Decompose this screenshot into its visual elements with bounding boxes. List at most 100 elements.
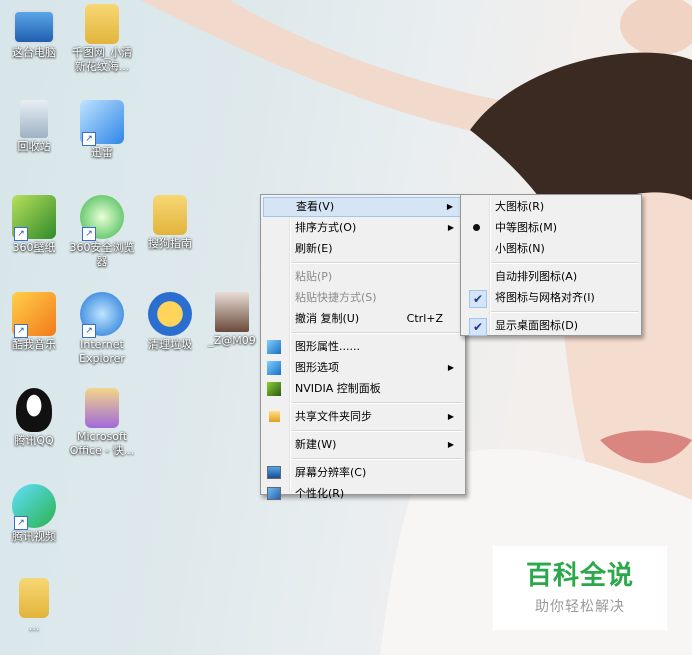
menu-separator (491, 311, 639, 313)
desktop-icon-tencent-video[interactable]: ↗ 腾讯视频 (0, 484, 68, 544)
folder-icon (85, 4, 119, 44)
menu-item-label: 共享文件夹同步 (295, 410, 372, 423)
submenu-arrow-icon: ▶ (446, 202, 453, 211)
menu-item-label: 粘贴快捷方式(S) (295, 291, 377, 304)
menu-item-label: 小图标(N) (495, 242, 545, 255)
menu-item-label: 图形属性...... (295, 340, 360, 353)
submenu-item-medium-icons[interactable]: 中等图标(M) (463, 218, 639, 238)
desktop-icon-label: _Z@M09 (208, 334, 256, 347)
menu-item-label: 将图标与网格对齐(I) (495, 291, 595, 304)
desktop-icon-xunlei[interactable]: ↗ 迅雷 (68, 100, 136, 160)
menu-item-label: 屏幕分辨率(C) (295, 466, 367, 479)
broom-icon (148, 292, 192, 336)
menu-item-new[interactable]: 新建(W) ▶ (263, 435, 463, 455)
office-folder-icon (85, 388, 119, 428)
menu-separator (491, 262, 639, 264)
menu-separator (291, 332, 463, 334)
submenu-item-large-icons[interactable]: 大图标(R) (463, 197, 639, 217)
menu-item-nvidia-control-panel[interactable]: NVIDIA 控制面板 (263, 379, 463, 399)
submenu-item-auto-arrange[interactable]: 自动排列图标(A) (463, 267, 639, 287)
menu-item-graphics-options[interactable]: 图形选项 ▶ (263, 358, 463, 378)
menu-item-label: 显示桌面图标(D) (495, 319, 579, 332)
desktop-icon-360-wallpaper[interactable]: ↗ 360壁纸 (0, 195, 68, 255)
shortcut-arrow-icon: ↗ (82, 132, 96, 146)
menu-separator (291, 402, 463, 404)
menu-item-screen-resolution[interactable]: 屏幕分辨率(C) (263, 463, 463, 483)
desktop-icon-ie[interactable]: ↗ Internet Explorer (68, 292, 136, 366)
watermark-title: 百科全说 (525, 561, 634, 591)
folder-icon (153, 195, 187, 235)
menu-item-undo-copy[interactable]: 撤消 复制(U) Ctrl+Z (263, 309, 463, 329)
tencent-video-icon: ↗ (12, 484, 56, 530)
desktop-icon-clean-junk[interactable]: 清理垃圾 (136, 292, 204, 352)
watermark-badge: 百科全说 助你轻松解决 (493, 546, 667, 630)
qq-penguin-icon (16, 388, 52, 432)
menu-item-shared-folder-sync[interactable]: 共享文件夹同步 ▶ (263, 407, 463, 427)
ie-icon: ↗ (80, 292, 124, 338)
xunlei-bird-icon: ↗ (80, 100, 124, 146)
desktop-icon-label: 酷我音乐 (12, 338, 56, 351)
desktop-icon-qq[interactable]: 腾讯QQ (0, 388, 68, 448)
submenu-arrow-icon: ▶ (447, 363, 454, 372)
radio-dot-icon (473, 224, 480, 231)
submenu-item-align-to-grid[interactable]: ✔ 将图标与网格对齐(I) (463, 288, 639, 308)
menu-separator (291, 458, 463, 460)
desktop-icon-photo[interactable]: _Z@M09 (204, 292, 260, 348)
menu-item-shortcut: Ctrl+Z (406, 312, 443, 325)
shortcut-arrow-icon: ↗ (82, 227, 96, 241)
desktop-icon-label: 千图网_小清新花纹海... (71, 46, 133, 73)
display-icon (267, 466, 281, 479)
menu-item-sort-by[interactable]: 排序方式(O) ▶ (263, 218, 463, 238)
submenu-arrow-icon: ▶ (447, 412, 454, 421)
shortcut-arrow-icon: ↗ (82, 324, 96, 338)
desktop-icon-label: 腾讯视频 (12, 530, 56, 543)
desktop-icon-label: 清理垃圾 (148, 338, 192, 351)
personalize-icon (267, 487, 281, 500)
menu-item-label: 新建(W) (295, 438, 337, 451)
submenu-item-show-desktop-icons[interactable]: ✔ 显示桌面图标(D) (463, 316, 639, 336)
menu-item-label: 图形选项 (295, 361, 339, 374)
menu-item-view[interactable]: 查看(V) ▶ (263, 197, 463, 217)
desktop-icon-folder-qiantu[interactable]: 千图网_小清新花纹海... (68, 4, 136, 74)
checkmark-icon: ✔ (469, 290, 487, 308)
menu-item-graphics-properties[interactable]: 图形属性...... (263, 337, 463, 357)
desktop-icon-label: 360壁纸 (12, 241, 56, 254)
submenu-arrow-icon: ▶ (447, 440, 454, 449)
menu-item-label: 撤消 复制(U) (295, 312, 360, 325)
intel-graphics-icon (267, 361, 281, 375)
menu-item-refresh[interactable]: 刷新(E) (263, 239, 463, 259)
desktop-icon-label: 回收站 (17, 140, 51, 153)
desktop-icon-kuwo[interactable]: ↗ 酷我音乐 (0, 292, 68, 352)
nvidia-icon (267, 382, 281, 396)
browser-360-icon: ↗ (80, 195, 124, 241)
menu-item-personalize[interactable]: 个性化(R) (263, 484, 463, 504)
menu-item-label: 粘贴(P) (295, 270, 333, 283)
desktop-icon-office[interactable]: Microsoft Office - 快... (68, 388, 136, 458)
desktop-icon-recycle-bin[interactable]: 回收站 (0, 100, 68, 154)
desktop-icon-label: Internet Explorer (79, 338, 125, 365)
menu-item-label: 排序方式(O) (295, 221, 357, 234)
desktop-icon-sogou-guide[interactable]: 搜狗指南 (136, 195, 204, 251)
menu-item-label: 刷新(E) (295, 242, 333, 255)
desktop-icon-this-pc[interactable]: 这台电脑 (0, 4, 68, 60)
menu-item-paste-shortcut[interactable]: 粘贴快捷方式(S) (263, 288, 463, 308)
menu-item-paste[interactable]: 粘贴(P) (263, 267, 463, 287)
watermark-subtitle: 助你轻松解决 (535, 599, 625, 615)
submenu-item-small-icons[interactable]: 小图标(N) (463, 239, 639, 259)
folder-icon (19, 578, 49, 618)
wallpaper-app-icon: ↗ (12, 195, 56, 241)
desktop-icon-label: ... (28, 620, 40, 633)
desktop-icon-folder-bottom[interactable]: ... (0, 578, 68, 634)
kuwo-music-icon: ↗ (12, 292, 56, 338)
shortcut-arrow-icon: ↗ (14, 227, 28, 241)
menu-item-label: 中等图标(M) (495, 221, 558, 234)
desktop-context-menu: 查看(V) ▶ 排序方式(O) ▶ 刷新(E) 粘贴(P) 粘贴快捷方式(S) … (260, 194, 466, 500)
menu-item-label: 大图标(R) (495, 200, 545, 213)
menu-item-label: 自动排列图标(A) (495, 270, 578, 283)
desktop-icon-360-browser[interactable]: ↗ 360安全浏览器 (68, 195, 136, 269)
recycle-bin-icon (20, 100, 48, 138)
computer-icon (13, 10, 55, 44)
desktop-icon-label: 360安全浏览器 (69, 241, 135, 268)
desktop-icon-label: 搜狗指南 (148, 237, 192, 250)
checkmark-icon: ✔ (469, 318, 487, 336)
